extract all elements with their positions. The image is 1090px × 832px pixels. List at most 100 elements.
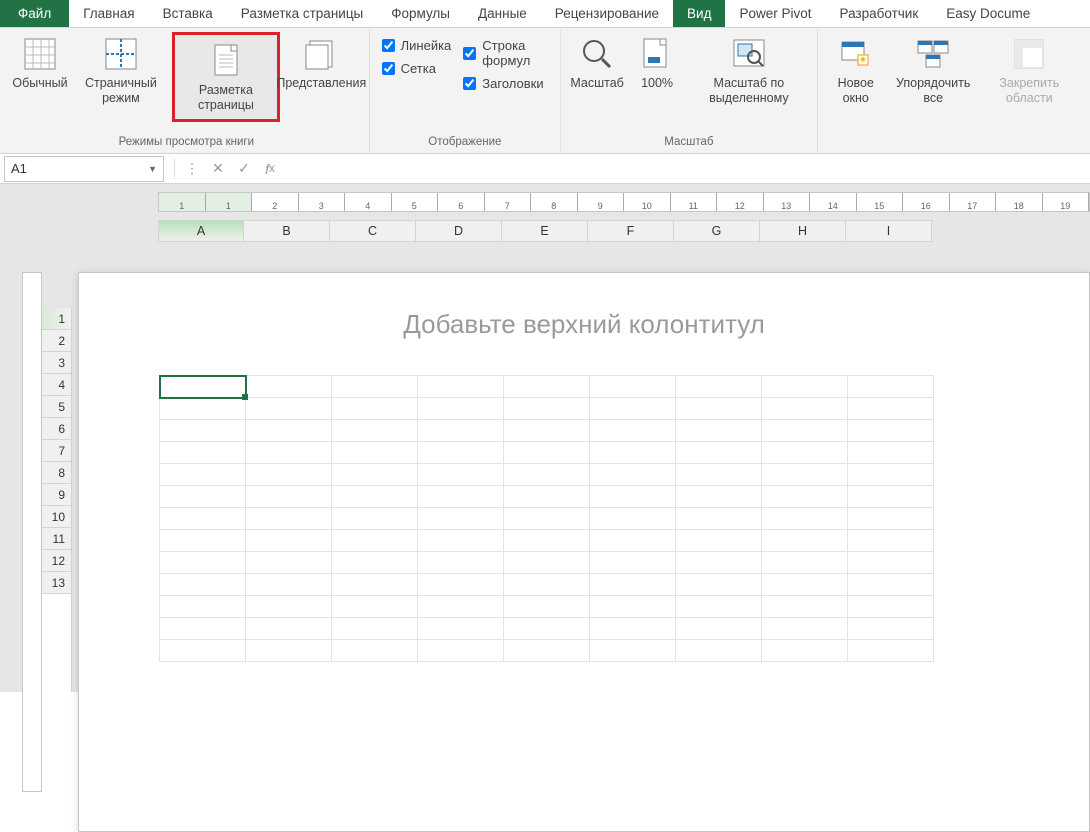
cell[interactable] xyxy=(762,596,848,618)
cell[interactable] xyxy=(418,530,504,552)
cell[interactable] xyxy=(246,508,332,530)
cell[interactable] xyxy=(246,486,332,508)
tab-easydoc[interactable]: Easy Docume xyxy=(932,0,1044,27)
cell[interactable] xyxy=(332,376,418,398)
cell[interactable] xyxy=(504,442,590,464)
cell[interactable] xyxy=(418,508,504,530)
cell[interactable] xyxy=(418,640,504,662)
cell[interactable] xyxy=(848,376,934,398)
cell[interactable] xyxy=(160,530,246,552)
tab-developer[interactable]: Разработчик xyxy=(826,0,933,27)
cell[interactable] xyxy=(590,464,676,486)
cell[interactable] xyxy=(590,442,676,464)
col-header[interactable]: C xyxy=(330,220,416,242)
cell[interactable] xyxy=(848,398,934,420)
zoom-selection-button[interactable]: Масштаб по выделенному xyxy=(687,32,811,106)
cell[interactable] xyxy=(504,618,590,640)
cell[interactable] xyxy=(418,398,504,420)
cell[interactable] xyxy=(418,596,504,618)
cell[interactable] xyxy=(160,574,246,596)
col-header[interactable]: G xyxy=(674,220,760,242)
cell[interactable] xyxy=(676,464,762,486)
tab-view[interactable]: Вид xyxy=(673,0,725,27)
tab-file[interactable]: Файл xyxy=(0,0,69,27)
horizontal-ruler[interactable]: 1 1 2 3 4 5 6 7 8 9 10 11 12 13 14 15 16… xyxy=(158,192,1090,212)
col-header[interactable]: F xyxy=(588,220,674,242)
cell[interactable] xyxy=(848,530,934,552)
cell[interactable] xyxy=(676,552,762,574)
cell[interactable] xyxy=(762,398,848,420)
cell[interactable] xyxy=(418,420,504,442)
cell[interactable] xyxy=(246,420,332,442)
cell[interactable] xyxy=(590,376,676,398)
cell[interactable] xyxy=(332,398,418,420)
cell[interactable] xyxy=(762,552,848,574)
tab-review[interactable]: Рецензирование xyxy=(541,0,673,27)
zoom-button[interactable]: Масштаб xyxy=(567,32,627,91)
tab-home[interactable]: Главная xyxy=(69,0,148,27)
cell[interactable] xyxy=(848,640,934,662)
cell[interactable] xyxy=(762,420,848,442)
cell[interactable] xyxy=(246,376,332,398)
cell[interactable] xyxy=(332,486,418,508)
cell[interactable] xyxy=(504,574,590,596)
col-header[interactable]: B xyxy=(244,220,330,242)
cell[interactable] xyxy=(332,530,418,552)
cell[interactable] xyxy=(246,596,332,618)
cell[interactable] xyxy=(676,618,762,640)
tab-data[interactable]: Данные xyxy=(464,0,541,27)
cell-A1[interactable] xyxy=(160,376,246,398)
cell[interactable] xyxy=(676,508,762,530)
cell[interactable] xyxy=(590,508,676,530)
cell[interactable] xyxy=(676,574,762,596)
cell[interactable] xyxy=(848,420,934,442)
cell[interactable] xyxy=(676,442,762,464)
freeze-panes-button[interactable]: Закрепить области xyxy=(979,32,1080,106)
cell[interactable] xyxy=(332,442,418,464)
cell[interactable] xyxy=(676,398,762,420)
cell[interactable] xyxy=(504,596,590,618)
cell[interactable] xyxy=(160,618,246,640)
cell[interactable] xyxy=(504,508,590,530)
cell[interactable] xyxy=(504,398,590,420)
vertical-ruler[interactable] xyxy=(22,272,42,792)
fx-icon[interactable]: fx xyxy=(257,156,283,182)
cell[interactable] xyxy=(504,464,590,486)
cell[interactable] xyxy=(418,552,504,574)
formula-input[interactable] xyxy=(283,156,1090,182)
cell[interactable] xyxy=(418,618,504,640)
cell[interactable] xyxy=(246,530,332,552)
formulabar-checkbox[interactable]: Строка формул xyxy=(463,38,548,68)
col-header[interactable]: A xyxy=(158,220,244,242)
cell[interactable] xyxy=(762,508,848,530)
cell[interactable] xyxy=(332,618,418,640)
header-placeholder[interactable]: Добавьте верхний колонтитул xyxy=(79,273,1089,364)
gridlines-checkbox[interactable]: Сетка xyxy=(382,61,452,76)
cell[interactable] xyxy=(160,596,246,618)
page-break-view-button[interactable]: Страничный режим xyxy=(70,32,172,106)
cell[interactable] xyxy=(332,508,418,530)
cell[interactable] xyxy=(590,618,676,640)
cell[interactable] xyxy=(246,618,332,640)
cancel-icon[interactable]: ✕ xyxy=(205,156,231,182)
cell[interactable] xyxy=(160,398,246,420)
cell[interactable] xyxy=(848,508,934,530)
cell[interactable] xyxy=(762,618,848,640)
cell[interactable] xyxy=(848,486,934,508)
cell[interactable] xyxy=(676,640,762,662)
cell[interactable] xyxy=(676,376,762,398)
cell[interactable] xyxy=(504,530,590,552)
cell[interactable] xyxy=(418,376,504,398)
cell[interactable] xyxy=(332,552,418,574)
cell[interactable] xyxy=(246,398,332,420)
cell[interactable] xyxy=(590,420,676,442)
cell[interactable] xyxy=(504,376,590,398)
cell[interactable] xyxy=(504,420,590,442)
custom-views-button[interactable]: Представления xyxy=(280,32,363,91)
name-box[interactable]: A1 ▼ xyxy=(4,156,164,182)
cell[interactable] xyxy=(590,486,676,508)
normal-view-button[interactable]: Обычный xyxy=(10,32,70,91)
cell[interactable] xyxy=(590,530,676,552)
cell[interactable] xyxy=(332,574,418,596)
cell[interactable] xyxy=(418,442,504,464)
